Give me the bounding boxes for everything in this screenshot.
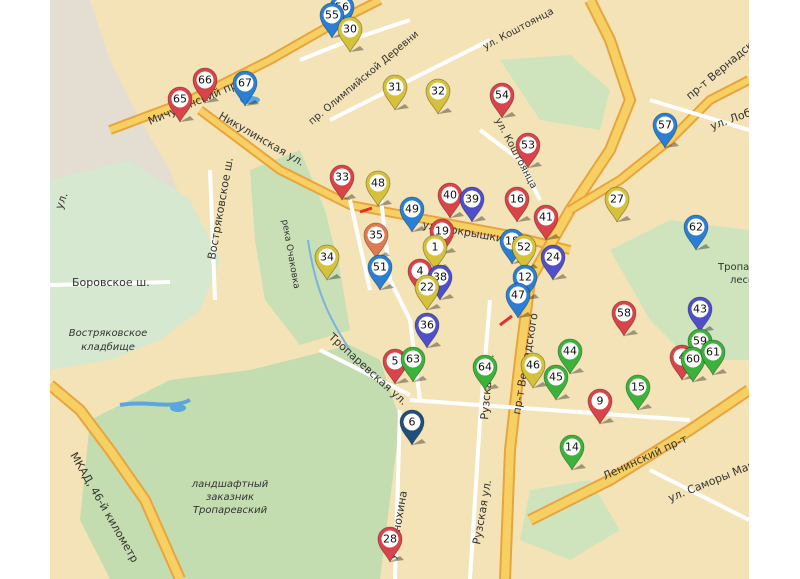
marker-label: 41	[539, 211, 553, 224]
pond	[170, 404, 186, 412]
area-label-line: Тропаревский	[193, 505, 268, 516]
marker-label: 57	[658, 119, 672, 132]
marker-label: 44	[563, 345, 577, 358]
marker-label: 22	[420, 281, 434, 294]
marker-label: 60	[686, 353, 700, 366]
area-label-line: лесо	[730, 275, 749, 286]
marker-label: 58	[617, 307, 631, 320]
marker-label: 61	[706, 346, 720, 359]
marker-label: 46	[526, 359, 540, 372]
marker-label: 49	[405, 203, 419, 216]
marker-label: 16	[510, 193, 524, 206]
marker-label: 36	[420, 319, 434, 332]
marker-label: 67	[238, 77, 252, 90]
area-label-line: Тропарев	[717, 262, 749, 273]
marker-label: 39	[465, 193, 479, 206]
marker-label: 30	[343, 23, 357, 36]
marker-label: 54	[495, 89, 509, 102]
marker-label: 33	[335, 171, 349, 184]
marker-label: 65	[173, 93, 187, 106]
map-canvas[interactable]: Мичуринский пр-т пр. Олимпийской Деревни…	[50, 0, 749, 579]
marker-label: 63	[406, 353, 420, 366]
area-label-line: Востряковское	[69, 328, 148, 339]
marker-label: 53	[521, 139, 535, 152]
marker-label: 34	[320, 251, 334, 264]
area-label-line: ландшафтный	[191, 479, 269, 490]
marker-label: 64	[478, 361, 492, 374]
marker-label: 45	[549, 371, 563, 384]
marker-label: 55	[325, 9, 339, 22]
marker-label: 31	[388, 81, 402, 94]
marker-label: 35	[369, 229, 383, 242]
marker-label: 1	[432, 241, 439, 254]
marker-label: 52	[517, 241, 531, 254]
marker-label: 12	[518, 271, 532, 284]
marker-label: 24	[546, 251, 560, 264]
street-label: Боровское ш.	[72, 276, 150, 289]
marker-label: 9	[597, 395, 604, 408]
marker-label: 15	[631, 381, 645, 394]
marker-label: 40	[443, 189, 457, 202]
marker-label: 27	[610, 193, 624, 206]
area-label-line: кладбище	[81, 341, 135, 353]
marker-label: 6	[409, 416, 416, 429]
area-label-line: заказник	[206, 492, 254, 503]
marker-label: 47	[511, 289, 525, 302]
marker-label: 28	[383, 533, 397, 546]
marker-label: 48	[371, 177, 385, 190]
marker-label: 43	[693, 303, 707, 316]
marker-label: 5	[392, 355, 399, 368]
map-view[interactable]: Мичуринский пр-т пр. Олимпийской Деревни…	[50, 0, 749, 579]
marker-label: 62	[689, 221, 703, 234]
marker-label: 66	[198, 74, 212, 87]
marker-label: 14	[565, 441, 579, 454]
marker-label: 32	[431, 85, 445, 98]
marker-label: 51	[373, 261, 387, 274]
